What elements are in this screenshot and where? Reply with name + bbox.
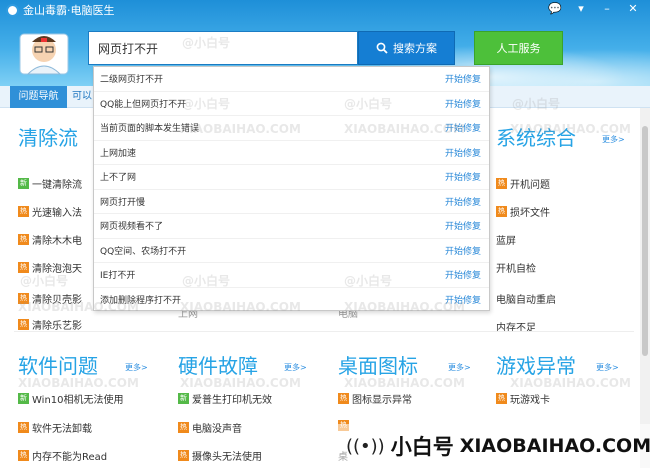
start-fix-link[interactable]: 开始修复	[445, 72, 481, 85]
start-fix-link[interactable]: 开始修复	[445, 146, 481, 159]
watermark-brand-en: XIAOBAIHAO.COM	[459, 435, 650, 457]
start-fix-link[interactable]: 开始修复	[445, 121, 481, 134]
new-badge: 新	[178, 393, 189, 404]
vertical-scrollbar[interactable]	[640, 108, 650, 468]
list-item[interactable]: 热清除贝壳影	[18, 291, 82, 306]
list-item[interactable]: 电脑自动重启	[496, 291, 556, 306]
list-item[interactable]: 新一键清除流	[18, 176, 82, 191]
more-link[interactable]: 更多>	[602, 134, 625, 145]
hot-badge: 热	[496, 393, 507, 404]
signal-broadcast-icon: ((•))	[346, 435, 385, 457]
new-badge: 新	[18, 178, 29, 189]
suggestion-item[interactable]: 网页视频看不了 开始修复	[94, 214, 489, 239]
suggestion-item[interactable]: 上不了网 开始修复	[94, 165, 489, 190]
list-item[interactable]: 蓝屏	[496, 232, 516, 247]
more-link[interactable]: 更多>	[125, 362, 148, 373]
hot-badge: 热	[178, 450, 189, 461]
hot-badge: 热	[338, 393, 349, 404]
list-item[interactable]: 热摄像头无法使用	[178, 448, 262, 463]
hot-badge: 热	[18, 422, 29, 433]
section-title: 软件问题	[18, 354, 98, 378]
hot-badge: 热	[18, 262, 29, 273]
scroll-thumb[interactable]	[642, 126, 648, 356]
watermark-banner: ((•)) 小白号 XIAOBAIHAO.COM	[338, 424, 650, 468]
start-fix-link[interactable]: 开始修复	[445, 195, 481, 208]
hot-badge: 热	[18, 206, 29, 217]
minimize-icon[interactable]: –	[594, 0, 620, 18]
section-software: 软件问题 更多> 新 Win10相机无法使用 热软件无法卸载 热内存不能为Read	[18, 350, 168, 468]
app-title: 金山毒霸·电脑医生	[6, 2, 115, 18]
hot-badge: 热	[178, 422, 189, 433]
list-item[interactable]: 热损坏文件	[496, 204, 550, 219]
suggestion-item[interactable]: 添加删除程序打不开 开始修复	[94, 288, 489, 313]
hot-badge: 热	[18, 234, 29, 245]
new-badge: 新	[18, 393, 29, 404]
list-item[interactable]: 新 Win10相机无法使用	[18, 391, 124, 406]
start-fix-link[interactable]: 开始修复	[445, 268, 481, 281]
hot-badge: 热	[18, 450, 29, 461]
list-item[interactable]: 热玩游戏卡	[496, 391, 550, 406]
list-item[interactable]: 热开机问题	[496, 176, 550, 191]
start-fix-link[interactable]: 开始修复	[445, 219, 481, 232]
section-title: 桌面图标	[338, 354, 418, 378]
suggestion-item[interactable]: 上网加速 开始修复	[94, 141, 489, 165]
list-item[interactable]: 开机自检	[496, 260, 536, 275]
hot-badge: 热	[18, 319, 29, 330]
start-fix-link[interactable]: 开始修复	[445, 293, 481, 306]
start-fix-link[interactable]: 开始修复	[445, 244, 481, 257]
list-item[interactable]: 热光速输入法	[18, 204, 82, 219]
feedback-icon[interactable]: 💬	[542, 0, 568, 18]
app-title-text: 金山毒霸·电脑医生	[23, 4, 115, 17]
search-box[interactable]	[88, 31, 358, 65]
list-item[interactable]: 热清除泡泡天	[18, 260, 82, 275]
window-controls: 💬 ▾ – ✕	[542, 0, 646, 18]
search-button-label: 搜索方案	[393, 42, 437, 55]
list-item[interactable]: 新爱普生打印机无效	[178, 391, 272, 406]
start-fix-link[interactable]: 开始修复	[445, 170, 481, 183]
human-service-button[interactable]: 人工服务	[474, 31, 563, 65]
list-item[interactable]: 热电脑没声音	[178, 420, 242, 435]
divider	[14, 331, 634, 332]
hot-badge: 热	[18, 293, 29, 304]
start-fix-link[interactable]: 开始修复	[445, 97, 481, 110]
more-link[interactable]: 更多>	[284, 362, 307, 373]
section-title: 系统综合	[496, 126, 576, 150]
suggestion-item[interactable]: IE打不开 开始修复	[94, 263, 489, 288]
nav-tab-other[interactable]: 可以	[72, 86, 92, 108]
list-item[interactable]: 热内存不能为Read	[18, 448, 107, 463]
search-icon	[376, 42, 388, 54]
suggestion-item[interactable]: QQ能上但网页打不开 开始修复	[94, 92, 489, 116]
list-item[interactable]: 热图标显示异常	[338, 391, 412, 406]
search-suggestion-dropdown: 二级网页打不开 开始修复 QQ能上但网页打不开 开始修复 当前页面的脚本发生错误 开始…	[93, 66, 490, 311]
section-title: 硬件故障	[178, 354, 258, 378]
hot-badge: 热	[496, 178, 507, 189]
suggestion-item[interactable]: 网页打开慢 开始修复	[94, 190, 489, 214]
search-button[interactable]: 搜索方案	[358, 31, 455, 65]
watermark-brand-cn: 小白号	[390, 435, 454, 459]
menu-icon[interactable]: ▾	[568, 0, 594, 18]
section-title: 清除流	[18, 126, 78, 150]
list-item[interactable]: 热软件无法卸载	[18, 420, 92, 435]
more-link[interactable]: 更多>	[596, 362, 619, 373]
doctor-mascot-icon	[19, 33, 69, 75]
suggestion-item[interactable]: 二级网页打不开 开始修复	[94, 67, 489, 92]
close-icon[interactable]: ✕	[620, 0, 646, 18]
section-system: 系统综合 更多> 热开机问题 热损坏文件 蓝屏 开机自检 电脑自动重启 内存不足	[496, 122, 636, 334]
suggestion-item[interactable]: 当前页面的脚本发生错误 开始修复	[94, 116, 489, 141]
suggestion-item[interactable]: QQ空间、农场打不开 开始修复	[94, 239, 489, 263]
list-item[interactable]: 热清除木木电	[18, 232, 82, 247]
section-hardware: 硬件故障 更多> 新爱普生打印机无效 热电脑没声音 热摄像头无法使用	[178, 350, 328, 468]
hot-badge: 热	[496, 206, 507, 217]
nav-tab-problem-guide[interactable]: 问题导航	[10, 86, 67, 108]
app-logo-icon	[6, 3, 19, 17]
search-input[interactable]	[89, 32, 357, 64]
list-item[interactable]: 热清除乐艺影	[18, 317, 82, 332]
section-title: 游戏异常	[496, 354, 576, 378]
more-link[interactable]: 更多>	[448, 362, 471, 373]
